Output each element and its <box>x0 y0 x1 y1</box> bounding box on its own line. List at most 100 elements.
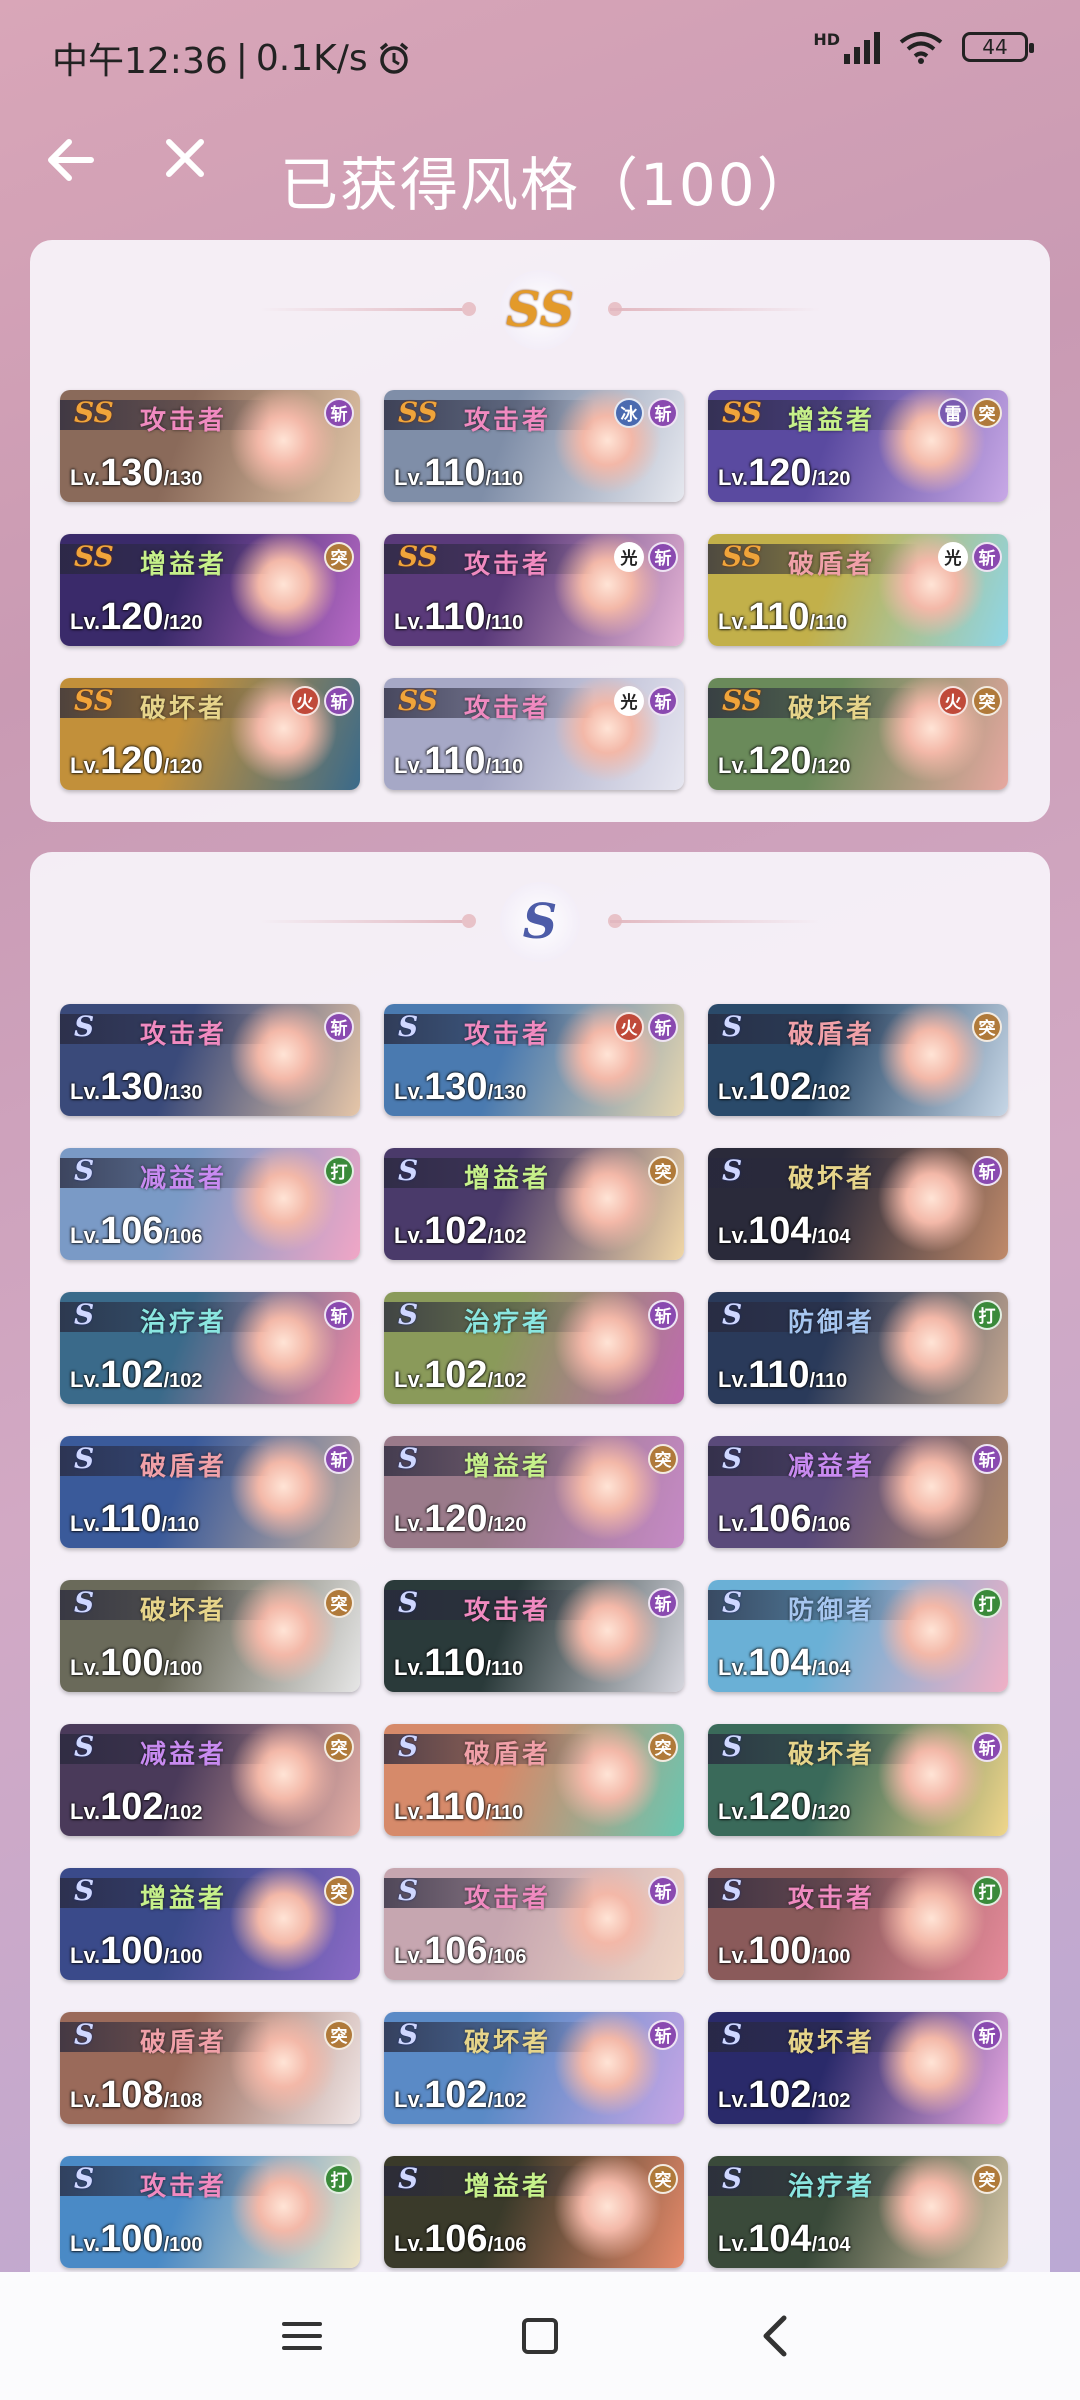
level-label: Lv.100/100 <box>70 1930 203 1973</box>
divider-dot <box>462 914 476 928</box>
style-card[interactable]: S 攻击者 打 Lv.100/100 <box>60 2156 360 2268</box>
attribute-icon: 斩 <box>972 1444 1002 1474</box>
role-label: 破盾者 <box>140 2028 228 2058</box>
style-card[interactable]: S 增益者 突 Lv.106/106 <box>384 2156 684 2268</box>
style-card[interactable]: SS 破盾者 光斩 Lv.110/110 <box>708 534 1008 646</box>
style-card[interactable]: S 破盾者 突 Lv.108/108 <box>60 2012 360 2124</box>
attribute-icon: 突 <box>324 542 354 572</box>
style-card[interactable]: S 治疗者 突 Lv.104/104 <box>708 2156 1008 2268</box>
level-current: 102 <box>748 1066 812 1108</box>
level-prefix: Lv. <box>718 1511 749 1536</box>
role-label: 减益者 <box>140 1740 228 1770</box>
level-prefix: Lv. <box>394 2231 425 2256</box>
attribute-icon: 斩 <box>648 1300 678 1330</box>
style-card[interactable]: S 减益者 突 Lv.102/102 <box>60 1724 360 1836</box>
style-card[interactable]: SS 破坏者 火突 Lv.120/120 <box>708 678 1008 790</box>
style-card[interactable]: S 攻击者 火斩 Lv.130/130 <box>384 1004 684 1116</box>
attribute-icon: 打 <box>324 1156 354 1186</box>
style-card[interactable]: S 破坏者 斩 Lv.104/104 <box>708 1148 1008 1260</box>
style-card[interactable]: S 破盾者 突 Lv.110/110 <box>384 1724 684 1836</box>
status-left: 中午12:36 | 0.1K/s <box>52 32 412 84</box>
level-current: 110 <box>424 452 486 494</box>
style-card[interactable]: S 治疗者 斩 Lv.102/102 <box>384 1292 684 1404</box>
rank-icon: S <box>722 1010 743 1043</box>
style-card[interactable]: S 攻击者 斩 Lv.110/110 <box>384 1580 684 1692</box>
style-card[interactable]: SS 攻击者 光斩 Lv.110/110 <box>384 678 684 790</box>
level-current: 104 <box>748 1642 812 1684</box>
role-label: 增益者 <box>464 2172 552 2202</box>
rank-icon: S <box>398 1874 419 1907</box>
style-card[interactable]: SS 攻击者 斩 Lv.130/130 <box>60 390 360 502</box>
style-card[interactable]: S 攻击者 打 Lv.100/100 <box>708 1868 1008 1980</box>
menu-icon[interactable] <box>272 2306 332 2366</box>
style-card[interactable]: S 治疗者 斩 Lv.102/102 <box>60 1292 360 1404</box>
style-card[interactable]: SS 增益者 雷突 Lv.120/120 <box>708 390 1008 502</box>
attribute-icon: 突 <box>648 1732 678 1762</box>
rank-icon: SS <box>74 684 114 717</box>
style-card[interactable]: S 破盾者 突 Lv.102/102 <box>708 1004 1008 1116</box>
level-current: 110 <box>424 740 486 782</box>
level-label: Lv.130/130 <box>70 452 203 495</box>
back-icon[interactable] <box>746 2306 806 2366</box>
style-card[interactable]: S 攻击者 斩 Lv.106/106 <box>384 1868 684 1980</box>
style-card[interactable]: S 破坏者 斩 Lv.102/102 <box>708 2012 1008 2124</box>
rank-icon: S <box>74 1298 95 1331</box>
level-max: /102 <box>811 2090 851 2112</box>
level-current: 100 <box>748 1930 812 1972</box>
role-label: 增益者 <box>140 1884 228 1914</box>
style-card[interactable]: S 破坏者 突 Lv.100/100 <box>60 1580 360 1692</box>
divider-line <box>260 920 470 923</box>
attribute-icons: 斩 <box>648 1876 678 1906</box>
attribute-icons: 光斩 <box>614 686 678 716</box>
attribute-icon: 斩 <box>648 686 678 716</box>
style-card[interactable]: SS 增益者 突 Lv.120/120 <box>60 534 360 646</box>
style-card[interactable]: SS 攻击者 冰斩 Lv.110/110 <box>384 390 684 502</box>
role-label: 破坏者 <box>140 694 228 724</box>
level-label: Lv.110/110 <box>394 1786 523 1829</box>
close-icon[interactable] <box>150 128 220 198</box>
attribute-icons: 斩 <box>648 1588 678 1618</box>
style-card[interactable]: S 防御者 打 Lv.104/104 <box>708 1580 1008 1692</box>
style-card[interactable]: S 攻击者 斩 Lv.130/130 <box>60 1004 360 1116</box>
style-card[interactable]: S 破坏者 斩 Lv.102/102 <box>384 2012 684 2124</box>
level-current: 104 <box>748 1210 812 1252</box>
level-current: 110 <box>100 1498 162 1540</box>
app-header: 已获得风格（100） <box>0 110 1080 230</box>
rank-icon: SS <box>398 684 438 717</box>
style-card[interactable]: S 防御者 打 Lv.110/110 <box>708 1292 1008 1404</box>
style-card[interactable]: S 增益者 突 Lv.120/120 <box>384 1436 684 1548</box>
style-card[interactable]: S 减益者 斩 Lv.106/106 <box>708 1436 1008 1548</box>
rank-icon: S <box>398 1154 419 1187</box>
level-label: Lv.100/100 <box>70 2218 203 2261</box>
style-card[interactable]: S 增益者 突 Lv.100/100 <box>60 1868 360 1980</box>
back-arrow-icon[interactable] <box>36 130 106 200</box>
level-prefix: Lv. <box>394 1511 425 1536</box>
level-max: /108 <box>163 2090 203 2112</box>
home-icon[interactable] <box>510 2306 570 2366</box>
style-card[interactable]: S 破坏者 斩 Lv.120/120 <box>708 1724 1008 1836</box>
level-prefix: Lv. <box>718 2087 749 2112</box>
role-label: 攻击者 <box>464 550 552 580</box>
attribute-icons: 打 <box>324 1156 354 1186</box>
style-card[interactable]: SS 破坏者 火斩 Lv.120/120 <box>60 678 360 790</box>
level-current: 110 <box>748 596 810 638</box>
attribute-icons: 打 <box>324 2164 354 2194</box>
level-current: 100 <box>100 2218 164 2260</box>
role-label: 治疗者 <box>140 1308 228 1338</box>
attribute-icons: 斩 <box>324 1012 354 1042</box>
attribute-icon: 光 <box>938 542 968 572</box>
style-card[interactable]: S 减益者 打 Lv.106/106 <box>60 1148 360 1260</box>
style-card[interactable]: S 增益者 突 Lv.102/102 <box>384 1148 684 1260</box>
rank-icon: SS <box>398 396 438 429</box>
role-label: 治疗者 <box>464 1308 552 1338</box>
rank-icon: S <box>398 1442 419 1475</box>
style-card[interactable]: S 破盾者 斩 Lv.110/110 <box>60 1436 360 1548</box>
role-label: 攻击者 <box>140 2172 228 2202</box>
level-prefix: Lv. <box>394 609 425 634</box>
attribute-icon: 打 <box>972 1876 1002 1906</box>
level-label: Lv.100/100 <box>718 1930 851 1973</box>
rank-icon: S <box>74 2162 95 2195</box>
style-card[interactable]: SS 攻击者 光斩 Lv.110/110 <box>384 534 684 646</box>
level-label: Lv.102/102 <box>718 1066 851 1109</box>
level-current: 108 <box>100 2074 164 2116</box>
